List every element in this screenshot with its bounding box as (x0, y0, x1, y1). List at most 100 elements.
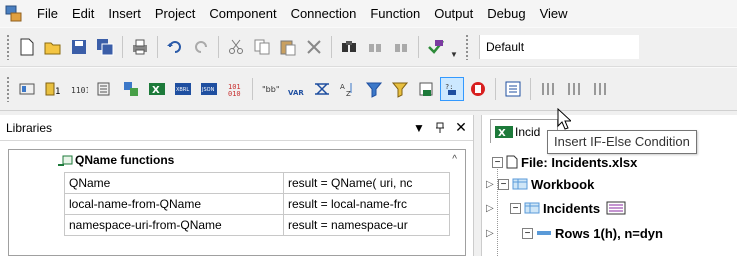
save-all-icon[interactable] (93, 35, 117, 59)
redo-icon[interactable] (189, 35, 213, 59)
svg-text:A: A (340, 83, 345, 91)
function-definition: result = namespace-ur (283, 214, 450, 236)
svg-text:JSON: JSON (201, 87, 215, 93)
cut-icon[interactable] (224, 35, 248, 59)
toolbar-separator (530, 78, 531, 100)
toolbar-grip[interactable] (465, 34, 469, 60)
menu-function[interactable]: Function (363, 0, 427, 27)
library-group-label: QName functions (75, 153, 175, 167)
insert-filter-icon[interactable] (310, 77, 334, 101)
find-next-icon[interactable] (363, 35, 387, 59)
save-icon[interactable] (67, 35, 91, 59)
paste-icon[interactable] (276, 35, 300, 59)
tree-node-incidents[interactable]: ▷ − Incidents (486, 197, 626, 219)
svg-text:VAR: VAR (288, 89, 304, 97)
menu-view[interactable]: View (533, 0, 575, 27)
table-row[interactable]: QName result = QName( uri, nc (64, 172, 450, 194)
delete-icon[interactable] (302, 35, 326, 59)
toolbar-grip[interactable] (6, 34, 10, 60)
insert-exception-icon[interactable] (414, 77, 438, 101)
align-right-icon[interactable] (588, 77, 612, 101)
validate-icon[interactable] (424, 35, 448, 59)
standard-toolbar: ▼ Default (0, 27, 737, 67)
excel-icon: X (495, 125, 513, 139)
svg-text:X: X (152, 85, 160, 96)
table-row[interactable]: namespace-uri-from-QName result = namesp… (64, 214, 450, 236)
menu-project[interactable]: Project (148, 0, 202, 27)
pin-icon[interactable] (431, 119, 449, 137)
insert-variable-icon[interactable]: 1101 (67, 77, 91, 101)
libraries-title: Libraries (6, 120, 53, 135)
find-previous-icon[interactable] (389, 35, 413, 59)
insert-sql-where-icon[interactable] (388, 77, 412, 101)
svg-text:X: X (498, 128, 506, 139)
close-icon[interactable]: ✕ (452, 119, 470, 137)
new-file-icon[interactable] (15, 35, 39, 59)
insert-sort-icon[interactable] (119, 77, 143, 101)
tooltip: Insert IF-Else Condition (547, 130, 697, 154)
tree-node-label: Workbook (531, 176, 595, 192)
function-name: QName (64, 172, 284, 194)
function-group-icon (57, 153, 73, 167)
menu-edit[interactable]: Edit (65, 0, 101, 27)
file-icon (506, 155, 518, 169)
insert-constant-icon[interactable]: 1 (41, 77, 65, 101)
insert-value-map-icon[interactable]: "bb" (258, 77, 282, 101)
copy-icon[interactable] (250, 35, 274, 59)
insert-xbrl-icon[interactable]: XBRL (171, 77, 195, 101)
connector-arrow-icon[interactable]: ▷ (486, 179, 496, 190)
style-combo[interactable]: Default (479, 35, 639, 59)
menu-connection[interactable]: Connection (284, 0, 364, 27)
function-name: local-name-from-QName (64, 193, 284, 215)
menu-output[interactable]: Output (427, 0, 480, 27)
library-group-qname[interactable]: QName functions (9, 150, 465, 170)
insert-conditional-icon[interactable] (362, 77, 386, 101)
toolbar-separator (495, 78, 496, 100)
sheet-settings-icon[interactable] (606, 201, 626, 215)
align-center-icon[interactable] (562, 77, 586, 101)
insert-var-icon[interactable]: VAR (284, 77, 308, 101)
collapse-icon[interactable]: − (510, 202, 521, 214)
connector-arrow-icon[interactable]: ▷ (486, 203, 496, 214)
svg-text:"bb": "bb" (262, 85, 279, 94)
toolbar-separator (252, 78, 253, 100)
toolbar-separator (331, 36, 332, 58)
collapse-icon[interactable]: − (492, 156, 503, 168)
insert-input-icon[interactable] (15, 77, 39, 101)
app-icon[interactable] (4, 4, 24, 24)
table-row[interactable]: local-name-from-QName result = local-nam… (64, 193, 450, 215)
libraries-header: Libraries ▼ ✕ (0, 115, 473, 141)
insert-stop-icon[interactable] (466, 77, 490, 101)
panel-menu-icon[interactable]: ▼ (410, 119, 428, 137)
insert-binary-icon[interactable]: 101 010 (223, 77, 247, 101)
tree-node-file[interactable]: − File: Incidents.xlsx (492, 151, 637, 173)
menu-file[interactable]: File (30, 0, 65, 27)
tree-node-rows[interactable]: ▷ − Rows 1(h), n=dyn (486, 222, 663, 244)
menu-debug[interactable]: Debug (480, 0, 532, 27)
toolbar-grip[interactable] (6, 76, 10, 102)
insert-join-icon[interactable] (93, 77, 117, 101)
insert-sort-az-icon[interactable]: AZ (336, 77, 360, 101)
mouse-cursor (557, 107, 573, 133)
menu-component[interactable]: Component (202, 0, 283, 27)
toolbar-overflow-button[interactable]: ▼ (449, 35, 459, 59)
undo-icon[interactable] (163, 35, 187, 59)
align-left-icon[interactable] (536, 77, 560, 101)
scroll-up-arrow[interactable]: ^ (452, 154, 457, 165)
menu-insert[interactable]: Insert (101, 0, 148, 27)
connector-arrow-icon[interactable]: ▷ (486, 228, 496, 239)
print-icon[interactable] (128, 35, 152, 59)
find-icon[interactable] (337, 35, 361, 59)
insert-excel-icon[interactable]: X (145, 77, 169, 101)
open-folder-icon[interactable] (41, 35, 65, 59)
toolbar-separator (157, 36, 158, 58)
collapse-icon[interactable]: − (498, 178, 509, 190)
table-icon (512, 178, 528, 190)
collapse-icon[interactable]: − (522, 227, 533, 239)
svg-text:Z: Z (346, 90, 351, 98)
svg-text:?:: ?: (445, 83, 453, 91)
insert-json-icon[interactable]: JSON (197, 77, 221, 101)
tree-node-workbook[interactable]: ▷ − Workbook (486, 173, 594, 195)
insert-split-icon[interactable] (501, 77, 525, 101)
insert-if-else-icon[interactable]: ?: (440, 77, 464, 101)
